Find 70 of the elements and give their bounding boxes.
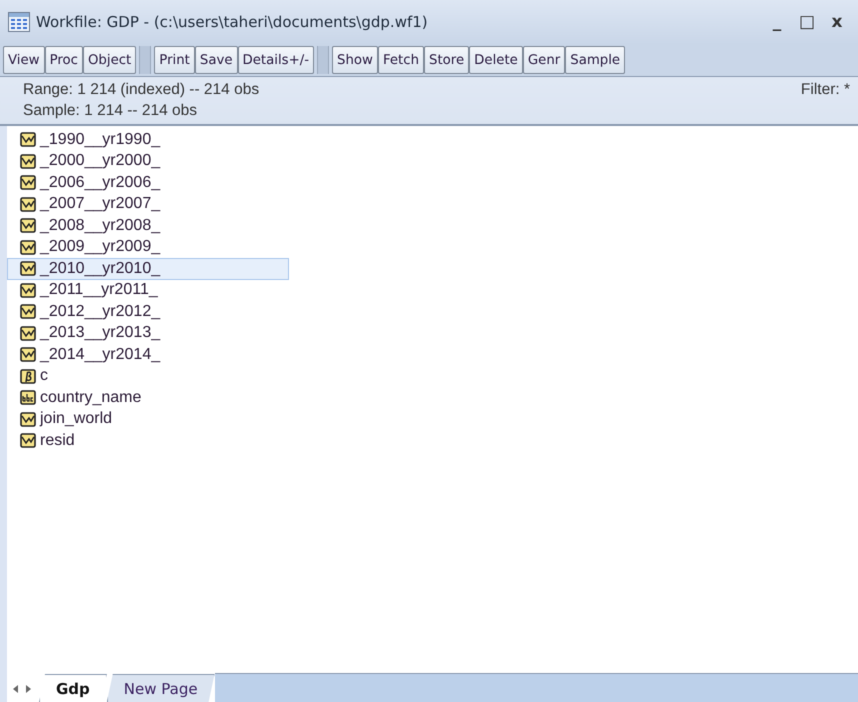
- window-title: Workfile: GDP - (c:\users\taheri\documents\gdp.wf1): [36, 13, 429, 31]
- series-icon: [20, 261, 36, 276]
- object-name: _2010__yr2010_: [40, 260, 160, 278]
- beta-icon: [20, 368, 36, 384]
- toolbar-button[interactable]: Print: [154, 46, 195, 74]
- object-item[interactable]: _1990__yr1990_: [7, 129, 289, 150]
- object-name: _2008__yr2008_: [40, 216, 160, 235]
- object-item[interactable]: _2010__yr2010_: [7, 258, 289, 280]
- series-icon: [20, 240, 36, 255]
- toolbar-button[interactable]: Delete: [469, 46, 523, 74]
- toolbar-button[interactable]: Show: [332, 46, 378, 74]
- maximize-button[interactable]: □: [794, 12, 820, 32]
- object-item[interactable]: _2000__yr2000_: [7, 150, 289, 172]
- text-series-icon: [20, 390, 36, 406]
- object-name: _2011__yr2011_: [40, 281, 158, 300]
- object-name: _2009__yr2009_: [40, 238, 160, 256]
- object-name: _2012__yr2012_: [40, 302, 160, 321]
- toolbar-button[interactable]: Fetch: [378, 46, 424, 74]
- object-name: _2007__yr2007_: [40, 195, 160, 214]
- series-icon: [20, 175, 36, 190]
- object-item[interactable]: _2008__yr2008_: [7, 215, 289, 236]
- filter-text: Filter: *: [800, 80, 850, 100]
- toolbar-button[interactable]: Save: [194, 46, 238, 74]
- object-item[interactable]: _2009__yr2009_: [7, 236, 289, 258]
- object-item[interactable]: c: [7, 366, 289, 387]
- toolbar-button[interactable]: Genr: [522, 46, 566, 74]
- page-tab[interactable]: New Page: [106, 674, 215, 702]
- page-tab[interactable]: Gdp: [39, 674, 107, 702]
- series-icon: [20, 433, 36, 448]
- toolbar-separator: [139, 46, 152, 74]
- object-name: resid: [40, 432, 75, 450]
- object-name: c: [40, 367, 48, 386]
- toolbar-button[interactable]: Sample: [565, 46, 626, 74]
- object-item[interactable]: join_world: [7, 408, 289, 430]
- series-icon: [20, 282, 36, 298]
- object-name: country_name: [40, 388, 142, 407]
- object-name: _2000__yr2000_: [40, 152, 160, 170]
- toolbar-button[interactable]: Store: [424, 46, 470, 74]
- object-item[interactable]: _2006__yr2006_: [7, 172, 289, 194]
- object-item[interactable]: _2007__yr2007_: [7, 194, 289, 215]
- series-icon: [20, 196, 36, 212]
- toolbar-button[interactable]: Proc: [44, 46, 83, 74]
- close-button[interactable]: x: [824, 12, 850, 32]
- toolbar-button[interactable]: Object: [82, 46, 136, 74]
- sample-text: Sample: 1 214 -- 214 obs: [23, 101, 198, 121]
- series-icon: [20, 347, 36, 362]
- object-item[interactable]: _2013__yr2013_: [7, 322, 289, 344]
- toolbar-separator: [317, 46, 330, 74]
- object-item[interactable]: _2011__yr2011_: [7, 280, 289, 301]
- scroll-arrows-icon[interactable]: [11, 684, 33, 694]
- series-icon: [20, 218, 36, 234]
- object-name: join_world: [40, 410, 112, 428]
- spreadsheet-icon: [8, 12, 30, 32]
- object-item[interactable]: _2014__yr2014_: [7, 344, 289, 366]
- toolbar-button[interactable]: View: [3, 46, 45, 74]
- object-name: _2013__yr2013_: [40, 324, 160, 342]
- object-name: _2014__yr2014_: [40, 346, 160, 364]
- series-icon: [20, 132, 36, 148]
- object-name: _1990__yr1990_: [40, 130, 160, 149]
- object-name: _2006__yr2006_: [40, 174, 160, 192]
- series-icon: [20, 412, 36, 427]
- series-icon: [20, 154, 36, 169]
- range-text: Range: 1 214 (indexed) -- 214 obs: [23, 80, 260, 100]
- minimize-button[interactable]: _: [764, 12, 790, 32]
- object-item[interactable]: country_name: [7, 387, 289, 408]
- object-item[interactable]: resid: [7, 430, 289, 452]
- series-icon: [20, 326, 36, 341]
- object-item[interactable]: _2012__yr2012_: [7, 301, 289, 322]
- toolbar-button[interactable]: Details+/-: [238, 46, 314, 74]
- series-icon: [20, 304, 36, 320]
